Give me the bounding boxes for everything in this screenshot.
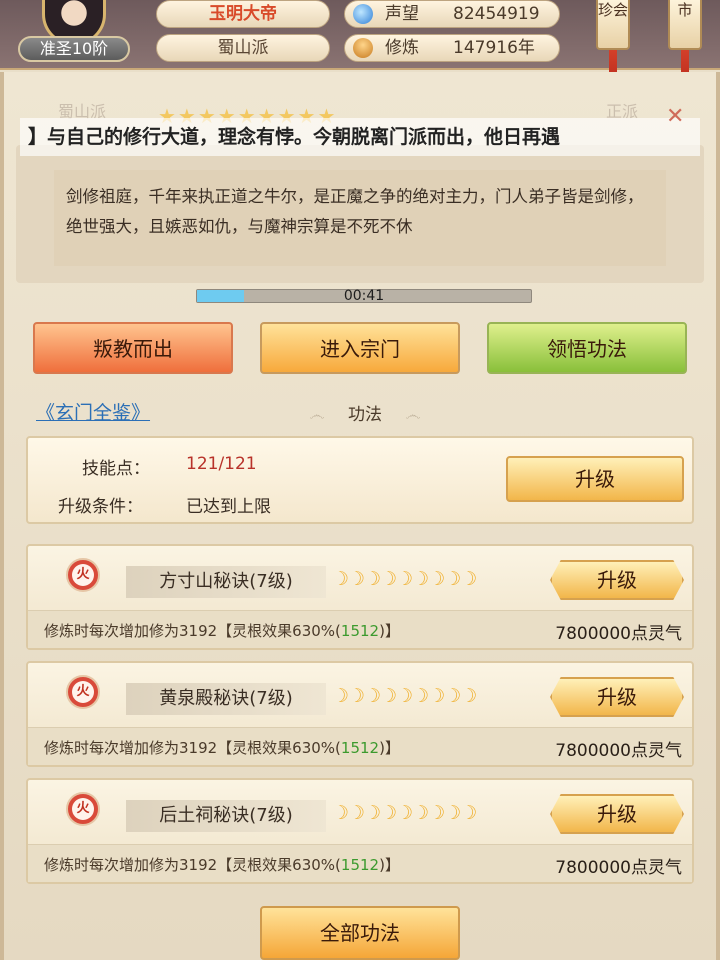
sect-description: 剑修祖庭，千年来执正道之牛尔，是正魔之争的绝对主力，门人弟子皆是剑修，绝世强大，…	[54, 170, 666, 266]
skill-effect-text: 修炼时每次增加修为3192【灵根效果630%(1512)】	[44, 739, 400, 757]
section-heading: ෴ 功法 ෴	[290, 400, 440, 425]
skill-card: 火 后土祠秘诀(7级) ☽☽☽☽☽☽☽☽☽ 升级 修炼时每次增加修为3192【灵…	[26, 778, 694, 884]
skill-card: 火 方寸山秘诀(7级) ☽☽☽☽☽☽☽☽☽ 升级 修炼时每次增加修为3192【灵…	[26, 544, 694, 650]
cultivation-stat: 修炼 147916年	[344, 34, 560, 62]
section-title: 功法	[348, 405, 382, 425]
cloud-ornament-icon: ෴	[405, 405, 421, 424]
reputation-icon	[353, 4, 373, 24]
player-sect: 蜀山派	[156, 34, 330, 62]
betray-sect-button[interactable]: 叛教而出	[33, 322, 233, 374]
skill-card: 火 黄泉殿秘诀(7级) ☽☽☽☽☽☽☽☽☽ 升级 修炼时每次增加修为3192【灵…	[26, 661, 694, 767]
scrolling-notice: 】与自己的修行大道，理念有悖。今朝脱离门派而出，他日再遇	[20, 118, 700, 156]
top-bar: 准圣10阶 玉明大帝 蜀山派 声望 82454919 修炼 147916年 珍会…	[0, 0, 720, 90]
skill-name: 方寸山秘诀(7级)	[126, 566, 326, 598]
skill-effect-text: 修炼时每次增加修为3192【灵根效果630%(1512)】	[44, 622, 400, 640]
treasure-hall-button[interactable]: 珍会	[596, 0, 630, 50]
reputation-stat: 声望 82454919	[344, 0, 560, 28]
fire-element-icon: 火	[66, 792, 100, 826]
countdown-progress-bar: 00:41	[196, 288, 532, 304]
skill-upgrade-button[interactable]: 升级	[550, 794, 684, 834]
meditation-icon	[353, 38, 373, 58]
skill-card-footer: 修炼时每次增加修为3192【灵根效果630%(1512)】 7800000点灵气	[28, 844, 692, 882]
all-skills-button[interactable]: 全部功法	[260, 906, 460, 960]
countdown-timer: 00:41	[343, 288, 385, 304]
skill-name: 黄泉殿秘诀(7级)	[126, 683, 326, 715]
comprehend-skill-button[interactable]: 领悟功法	[487, 322, 687, 374]
upgrade-condition-value: 已达到上限	[186, 497, 271, 517]
skill-upgrade-button[interactable]: 升级	[550, 677, 684, 717]
rank-badge: 准圣10阶	[18, 36, 130, 62]
skill-points-upgrade-button[interactable]: 升级	[506, 456, 684, 502]
skill-level-moons: ☽☽☽☽☽☽☽☽☽	[332, 802, 477, 824]
cultivation-label: 修炼	[385, 38, 419, 58]
upgrade-condition-label: 升级条件：	[58, 497, 143, 517]
reputation-label: 声望	[385, 4, 419, 24]
player-avatar-group[interactable]: 准圣10阶	[18, 0, 130, 68]
skill-upgrade-button[interactable]: 升级	[550, 560, 684, 600]
skill-cost: 7800000点灵气	[555, 858, 682, 878]
skill-points-value: 121/121	[186, 454, 257, 474]
cultivation-value: 147916年	[453, 38, 535, 58]
skill-card-footer: 修炼时每次增加修为3192【灵根效果630%(1512)】 7800000点灵气	[28, 727, 692, 765]
skill-points-label: 技能点：	[82, 459, 150, 479]
market-button[interactable]: 市	[668, 0, 702, 50]
close-icon[interactable]: ✕	[666, 104, 684, 129]
skill-points-box: 技能点： 121/121 升级条件： 已达到上限 升级	[26, 436, 694, 524]
skill-name: 后土祠秘诀(7级)	[126, 800, 326, 832]
player-name: 玉明大帝	[156, 0, 330, 28]
skill-card-footer: 修炼时每次增加修为3192【灵根效果630%(1512)】 7800000点灵气	[28, 610, 692, 648]
skill-effect-text: 修炼时每次增加修为3192【灵根效果630%(1512)】	[44, 856, 400, 874]
fire-element-icon: 火	[66, 558, 100, 592]
reputation-value: 82454919	[453, 4, 540, 24]
enter-sect-button[interactable]: 进入宗门	[260, 322, 460, 374]
cloud-ornament-icon: ෴	[309, 405, 325, 424]
skill-cost: 7800000点灵气	[555, 624, 682, 644]
skill-level-moons: ☽☽☽☽☽☽☽☽☽	[332, 568, 477, 590]
encyclopedia-link[interactable]: 《玄门全鉴》	[36, 398, 150, 425]
skill-level-moons: ☽☽☽☽☽☽☽☽☽	[332, 685, 477, 707]
skill-cost: 7800000点灵气	[555, 741, 682, 761]
fire-element-icon: 火	[66, 675, 100, 709]
